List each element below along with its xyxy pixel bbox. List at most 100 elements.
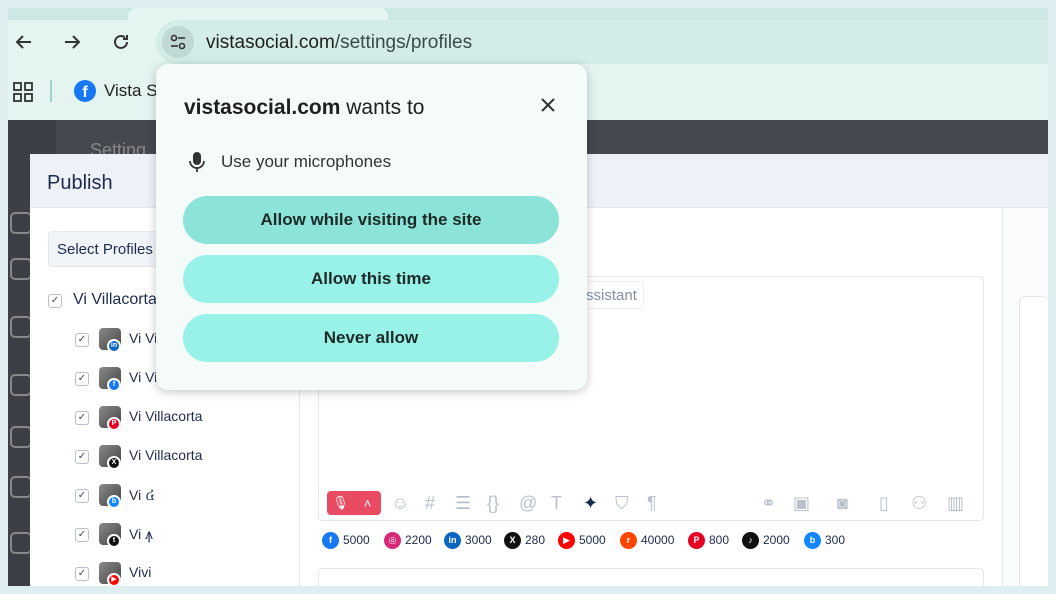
- profile-name: Vi Villacorta: [129, 408, 203, 424]
- url-domain: vistasocial.com: [206, 32, 335, 53]
- apps-grid-icon: [13, 82, 33, 102]
- close-icon: [541, 98, 555, 112]
- counter-value: 5000: [579, 533, 606, 547]
- url-path: /settings/profiles: [334, 32, 473, 53]
- active-tab[interactable]: [128, 8, 388, 20]
- inbox-icon[interactable]: [10, 426, 32, 448]
- counter-bluesky: b 300: [804, 530, 845, 550]
- tab-strip: [8, 8, 1048, 20]
- prompt-title-suffix: wants to: [340, 96, 425, 119]
- shield-icon[interactable]: ⛉: [615, 493, 629, 514]
- counter-linkedin: in 3000: [444, 530, 492, 550]
- allow-while-visiting-button[interactable]: Allow while visiting the site: [183, 196, 559, 244]
- facebook-icon: f: [74, 80, 96, 102]
- profile-name: Vivi: [129, 564, 152, 580]
- select-profiles-label: Select Profiles: [57, 241, 153, 258]
- x-icon: X: [504, 531, 521, 549]
- profile-checkbox[interactable]: ✓: [75, 372, 89, 386]
- paragraph-icon[interactable]: ¶: [647, 493, 657, 514]
- tune-icon: [170, 34, 186, 50]
- microphone-icon: 🎙: [332, 495, 349, 510]
- reddit-icon: r: [620, 531, 637, 549]
- linkedin-icon: in: [444, 531, 461, 549]
- voice-input-button[interactable]: 🎙 ˄: [327, 491, 381, 515]
- forward-button[interactable]: [56, 26, 88, 58]
- facebook-icon: f: [107, 378, 121, 392]
- counter-value: 2000: [763, 533, 790, 547]
- video-icon[interactable]: ▣: [793, 493, 810, 514]
- youtube-icon: ▶: [558, 531, 575, 549]
- chevron-up-icon[interactable]: ˄: [354, 496, 381, 511]
- profile-name: Vi ꙟ: [129, 526, 153, 542]
- microphone-icon: [189, 152, 205, 172]
- never-allow-button[interactable]: Never allow: [183, 314, 559, 362]
- profile-checkbox[interactable]: ✓: [75, 333, 89, 347]
- browser-toolbar: vistasocial.com/settings/profiles: [8, 20, 1048, 64]
- shapes-icon[interactable]: ⚇: [911, 493, 927, 514]
- magic-wand-icon[interactable]: ✦: [583, 493, 598, 514]
- counter-reddit: r 40000: [620, 530, 674, 550]
- preview-panel: [1002, 208, 1048, 586]
- tiktok-icon: ♪: [742, 531, 759, 549]
- text-block-icon[interactable]: ☰: [455, 493, 471, 514]
- labels-select[interactable]: [318, 568, 984, 586]
- forward-arrow-icon: [65, 35, 81, 49]
- editor-toolbar: 🎙 ˄ ☺ # ☰ {} @ T ✦ ⛉ ¶ ⚭ ▣ ◙ ▯ ⚇ ▥: [327, 491, 977, 517]
- linkedin-icon: in: [107, 339, 121, 353]
- profile-checkbox[interactable]: ✓: [75, 528, 89, 542]
- bluesky-icon: b: [107, 495, 121, 509]
- site-info-button[interactable]: [162, 26, 194, 58]
- back-button[interactable]: [8, 26, 40, 58]
- pinterest-icon: P: [107, 417, 121, 431]
- bookmark-vista-social[interactable]: Vista S: [104, 81, 158, 101]
- reload-button[interactable]: [105, 26, 137, 58]
- emoji-icon[interactable]: ☺: [391, 493, 409, 514]
- counter-value: 280: [525, 533, 546, 547]
- text-format-icon[interactable]: T: [551, 493, 562, 514]
- prompt-title: vistasocial.com wants to: [184, 96, 424, 120]
- media-icon[interactable]: [10, 374, 32, 396]
- group-checkbox[interactable]: ✓: [48, 294, 62, 308]
- x-icon: X: [107, 456, 121, 470]
- mention-icon[interactable]: @: [519, 493, 537, 514]
- tiktok-icon: t: [107, 534, 121, 548]
- link-icon[interactable]: ⚭: [761, 493, 776, 514]
- reports-icon[interactable]: [10, 532, 32, 554]
- variables-icon[interactable]: {}: [487, 493, 499, 514]
- home-icon[interactable]: [10, 212, 32, 234]
- url-text: vistasocial.com/settings/profiles: [206, 32, 472, 54]
- prompt-site: vistasocial.com: [184, 96, 341, 119]
- reload-icon: [114, 34, 128, 49]
- counter-tiktok: ♪ 2000: [742, 530, 790, 550]
- profile-checkbox[interactable]: ✓: [75, 411, 89, 425]
- counter-value: 300: [825, 533, 846, 547]
- instagram-icon: ◎: [384, 531, 401, 549]
- apps-button[interactable]: [12, 81, 34, 108]
- counter-value: 800: [709, 533, 730, 547]
- network-icon[interactable]: [10, 476, 32, 498]
- permission-text: Use your microphones: [221, 152, 392, 171]
- profile-name: Vi ៤: [129, 487, 155, 503]
- counter-value: 2200: [405, 533, 432, 547]
- profile-checkbox[interactable]: ✓: [75, 489, 89, 503]
- facebook-icon: f: [322, 531, 339, 549]
- hashtag-icon[interactable]: #: [425, 493, 435, 514]
- poll-icon[interactable]: ▥: [947, 493, 964, 514]
- camera-icon[interactable]: ◙: [837, 493, 848, 514]
- send-icon[interactable]: [10, 258, 32, 280]
- close-button[interactable]: [536, 94, 560, 118]
- counter-x: X 280: [504, 530, 545, 550]
- bluesky-icon: b: [804, 531, 821, 549]
- calendar-icon[interactable]: [10, 316, 32, 338]
- allow-this-time-button[interactable]: Allow this time: [183, 255, 559, 303]
- counter-value: 5000: [343, 533, 370, 547]
- group-label: Vi Villacorta: [73, 291, 157, 308]
- pinterest-icon: P: [688, 531, 705, 549]
- bookmark-separator: [50, 80, 52, 102]
- profile-name: Vi Villacorta: [129, 447, 203, 463]
- counter-instagram: ◎ 2200: [384, 530, 432, 550]
- profile-checkbox[interactable]: ✓: [75, 450, 89, 464]
- profile-checkbox[interactable]: ✓: [75, 567, 89, 581]
- document-icon[interactable]: ▯: [879, 493, 889, 514]
- address-bar[interactable]: vistasocial.com/settings/profiles: [156, 20, 1048, 64]
